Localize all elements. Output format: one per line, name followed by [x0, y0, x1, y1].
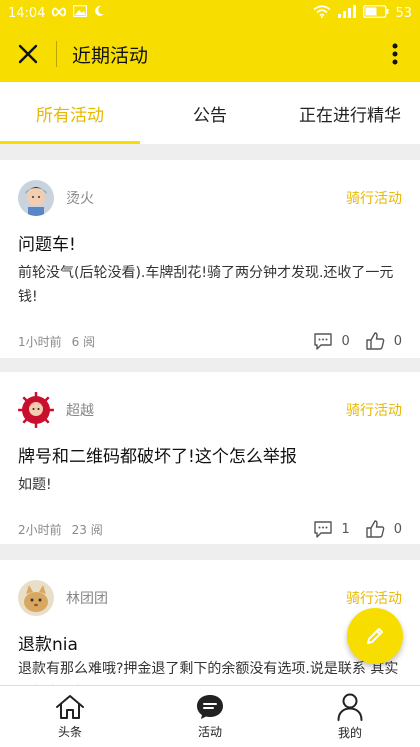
moon-icon [93, 5, 105, 21]
nav-headlines[interactable]: 头条 [0, 686, 140, 747]
image-notification-icon [73, 4, 88, 21]
comment-button[interactable]: 1 [314, 520, 350, 538]
post-title[interactable]: 牌号和二维码都破坏了!这个怎么举报 [18, 442, 402, 467]
thumbs-up-icon [366, 520, 385, 538]
battery-level: 53 [395, 5, 412, 21]
post-time: 2小时前 [18, 522, 62, 537]
comment-count: 1 [341, 521, 350, 537]
app-bar-divider [56, 41, 57, 67]
pencil-icon [367, 628, 383, 644]
app-bar: 近期活动 [0, 26, 420, 82]
post-author[interactable]: 超越 [66, 400, 94, 420]
tab-ongoing-featured[interactable]: 正在进行精华 [280, 82, 420, 144]
comment-icon [314, 520, 333, 538]
post-category[interactable]: 骑行活动 [346, 400, 402, 420]
comment-button[interactable]: 0 [314, 332, 350, 350]
tab-announcements[interactable]: 公告 [140, 82, 280, 144]
wifi-icon [313, 4, 331, 22]
post-title[interactable]: 退款nia [18, 630, 402, 655]
comment-icon [314, 332, 333, 350]
avatar[interactable] [18, 580, 54, 616]
comment-count: 0 [341, 333, 350, 349]
battery-icon [363, 4, 389, 22]
home-icon [56, 694, 84, 719]
close-button[interactable] [0, 26, 56, 82]
post-author[interactable]: 林团团 [66, 588, 108, 608]
like-button[interactable]: 0 [366, 332, 402, 350]
post-title[interactable]: 问题车! [18, 230, 402, 255]
avatar[interactable] [18, 392, 54, 428]
activity-feed[interactable]: 烫火 骑行活动 问题车! 前轮没气(后轮没看).车牌刮花!骑了两分钟才发现.还收… [0, 160, 420, 685]
nav-label: 头条 [57, 724, 82, 739]
tab-bar: 所有活动 公告 正在进行精华 [0, 82, 420, 144]
status-time: 14:04 [8, 5, 46, 21]
post-body: 退款有那么难哦?押金退了剩下的余额没有选项.说是联系 其实要打电话超恶心 [18, 661, 399, 677]
infinity-icon [51, 6, 67, 21]
post-category[interactable]: 骑行活动 [346, 588, 402, 608]
post-body: 如题! [18, 477, 52, 493]
bottom-navigation: 头条 活动 我的 [0, 685, 420, 747]
post-card[interactable]: 超越 骑行活动 牌号和二维码都破坏了!这个怎么举报 如题! 2小时前 23 阅 … [0, 372, 420, 544]
signal-icon [337, 4, 357, 22]
status-bar: 14:04 53 [0, 0, 420, 26]
post-category[interactable]: 骑行活动 [346, 188, 402, 208]
like-button[interactable]: 0 [366, 520, 402, 538]
nav-label: 活动 [197, 724, 222, 739]
compose-post-button[interactable] [347, 608, 403, 664]
post-time: 1小时前 [18, 334, 62, 349]
chat-bubble-icon [197, 694, 223, 719]
nav-profile[interactable]: 我的 [280, 686, 420, 747]
post-views: 6 阅 [71, 334, 96, 349]
nav-label: 我的 [337, 725, 362, 740]
person-icon [337, 693, 363, 721]
tab-all-activities[interactable]: 所有活动 [0, 82, 140, 144]
close-icon [18, 44, 38, 64]
like-count: 0 [393, 333, 402, 349]
post-body: 前轮没气(后轮没看).车牌刮花!骑了两分钟才发现.还收了一元钱! [18, 265, 394, 305]
avatar[interactable] [18, 180, 54, 216]
nav-activities[interactable]: 活动 [140, 686, 280, 747]
post-author[interactable]: 烫火 [66, 188, 94, 208]
like-count: 0 [393, 521, 402, 537]
more-vertical-icon [392, 43, 398, 65]
post-views: 23 阅 [71, 522, 103, 537]
thumbs-up-icon [366, 332, 385, 350]
page-title: 近期活动 [72, 44, 149, 67]
post-card[interactable]: 烫火 骑行活动 问题车! 前轮没气(后轮没看).车牌刮花!骑了两分钟才发现.还收… [0, 160, 420, 358]
more-options-button[interactable] [370, 26, 420, 82]
